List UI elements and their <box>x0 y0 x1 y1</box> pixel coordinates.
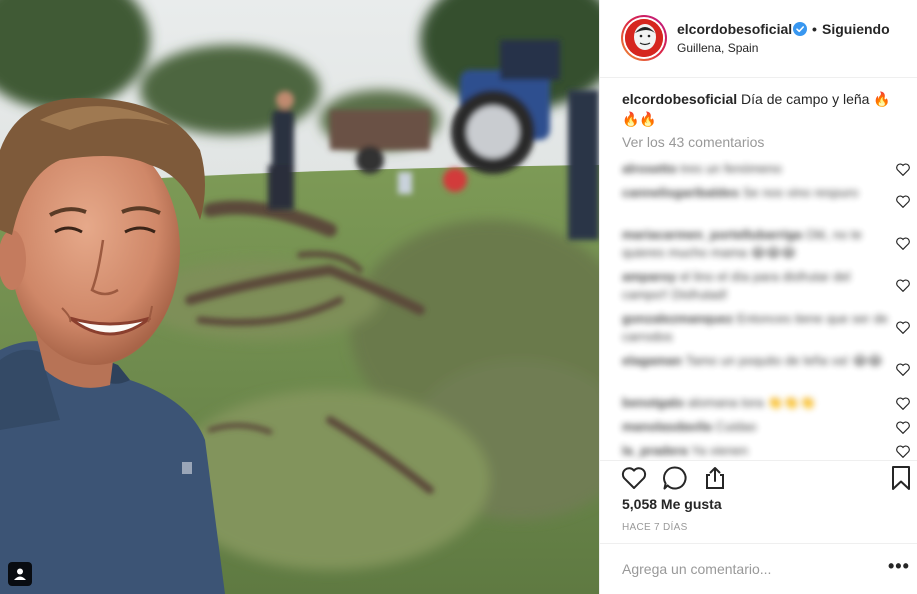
heart-icon[interactable] <box>621 465 647 491</box>
bookmark-icon[interactable] <box>888 465 914 491</box>
comment-like-heart-icon[interactable] <box>896 445 910 459</box>
post-timestamp[interactable]: HACE 7 DÍAS <box>622 522 688 533</box>
comment-icon[interactable] <box>662 465 688 491</box>
comment-like-heart-icon[interactable] <box>896 321 910 335</box>
verified-badge-icon <box>793 22 807 36</box>
comment-like-heart-icon[interactable] <box>896 363 910 377</box>
comment-like-heart-icon[interactable] <box>896 421 910 435</box>
comment-text: Se nos vino respuro <box>742 185 859 200</box>
comment-text: Tamo un poquito de leña va! 😂😂 <box>685 353 883 368</box>
comment-username[interactable]: la_pradera <box>622 443 688 458</box>
user-tag-icon[interactable] <box>8 562 32 586</box>
post-header: elcordobesoficial • Siguiendo Guillena, … <box>600 0 917 78</box>
comment-item: cannelisgaribaldes Se nos vino respuro <box>622 184 890 202</box>
likes-count[interactable]: 5,058 Me gusta <box>622 496 722 512</box>
more-options-icon[interactable]: ••• <box>888 556 910 577</box>
comment-item: amparoy el lino el día para disfrutar de… <box>622 268 890 304</box>
comment-item: mariacarmen_portellubarriga Olé, no te q… <box>622 226 890 262</box>
comment-like-heart-icon[interactable] <box>896 397 910 411</box>
post-side-panel: elcordobesoficial • Siguiendo Guillena, … <box>599 0 917 594</box>
add-comment-section: ••• <box>600 543 917 594</box>
comment-text: alomana tora 👏👏👏 <box>687 395 816 410</box>
comment-text: Cuidao <box>715 419 757 434</box>
following-button[interactable]: Siguiendo <box>822 21 890 37</box>
comments-list: alrosetto tres un fenómeno cannelisgarib… <box>600 158 917 460</box>
add-comment-input[interactable] <box>622 558 862 580</box>
avatar-image <box>625 19 663 57</box>
post-photo[interactable] <box>0 0 599 594</box>
post-action-bar <box>600 460 917 494</box>
comment-item: manolasdavila Cuidao <box>622 418 890 436</box>
comment-username[interactable]: alrosetto <box>622 161 677 176</box>
post-image <box>0 0 599 594</box>
instagram-post-view: elcordobesoficial • Siguiendo Guillena, … <box>0 0 917 594</box>
comment-username[interactable]: mariacarmen_portellubarriga <box>622 227 802 242</box>
separator-dot: • <box>812 21 817 37</box>
comment-username[interactable]: gonzalezmanquez <box>622 311 733 326</box>
share-icon[interactable] <box>702 465 728 491</box>
comment-item: gonzalezmanquez Entonces tiene que ser d… <box>622 310 890 346</box>
post-caption: elcordobesoficial Día de campo y leña 🔥🔥… <box>622 89 904 129</box>
avatar[interactable] <box>621 15 667 61</box>
post-location[interactable]: Guillena, Spain <box>677 41 758 55</box>
comment-text: Ya vienen <box>691 443 749 458</box>
comment-item: benotgalo alomana tora 👏👏👏 <box>622 394 890 412</box>
comment-item: alrosetto tres un fenómeno <box>622 160 890 178</box>
comment-like-heart-icon[interactable] <box>896 237 910 251</box>
post-username[interactable]: elcordobesoficial <box>677 21 792 37</box>
view-all-comments-link[interactable]: Ver los 43 comentarios <box>622 134 764 150</box>
comment-username[interactable]: amparoy <box>622 269 676 284</box>
comment-like-heart-icon[interactable] <box>896 195 910 209</box>
comment-username[interactable]: cannelisgaribaldes <box>622 185 739 200</box>
comment-username[interactable]: benotgalo <box>622 395 684 410</box>
comment-text: tres un fenómeno <box>680 161 782 176</box>
comment-username[interactable]: elagaman <box>622 353 682 368</box>
comment-item: elagaman Tamo un poquito de leña va! 😂😂 <box>622 352 890 370</box>
comment-like-heart-icon[interactable] <box>896 163 910 177</box>
caption-username[interactable]: elcordobesoficial <box>622 91 737 107</box>
comment-like-heart-icon[interactable] <box>896 279 910 293</box>
comment-username[interactable]: manolasdavila <box>622 419 712 434</box>
comment-item: la_pradera Ya vienen <box>622 442 890 460</box>
